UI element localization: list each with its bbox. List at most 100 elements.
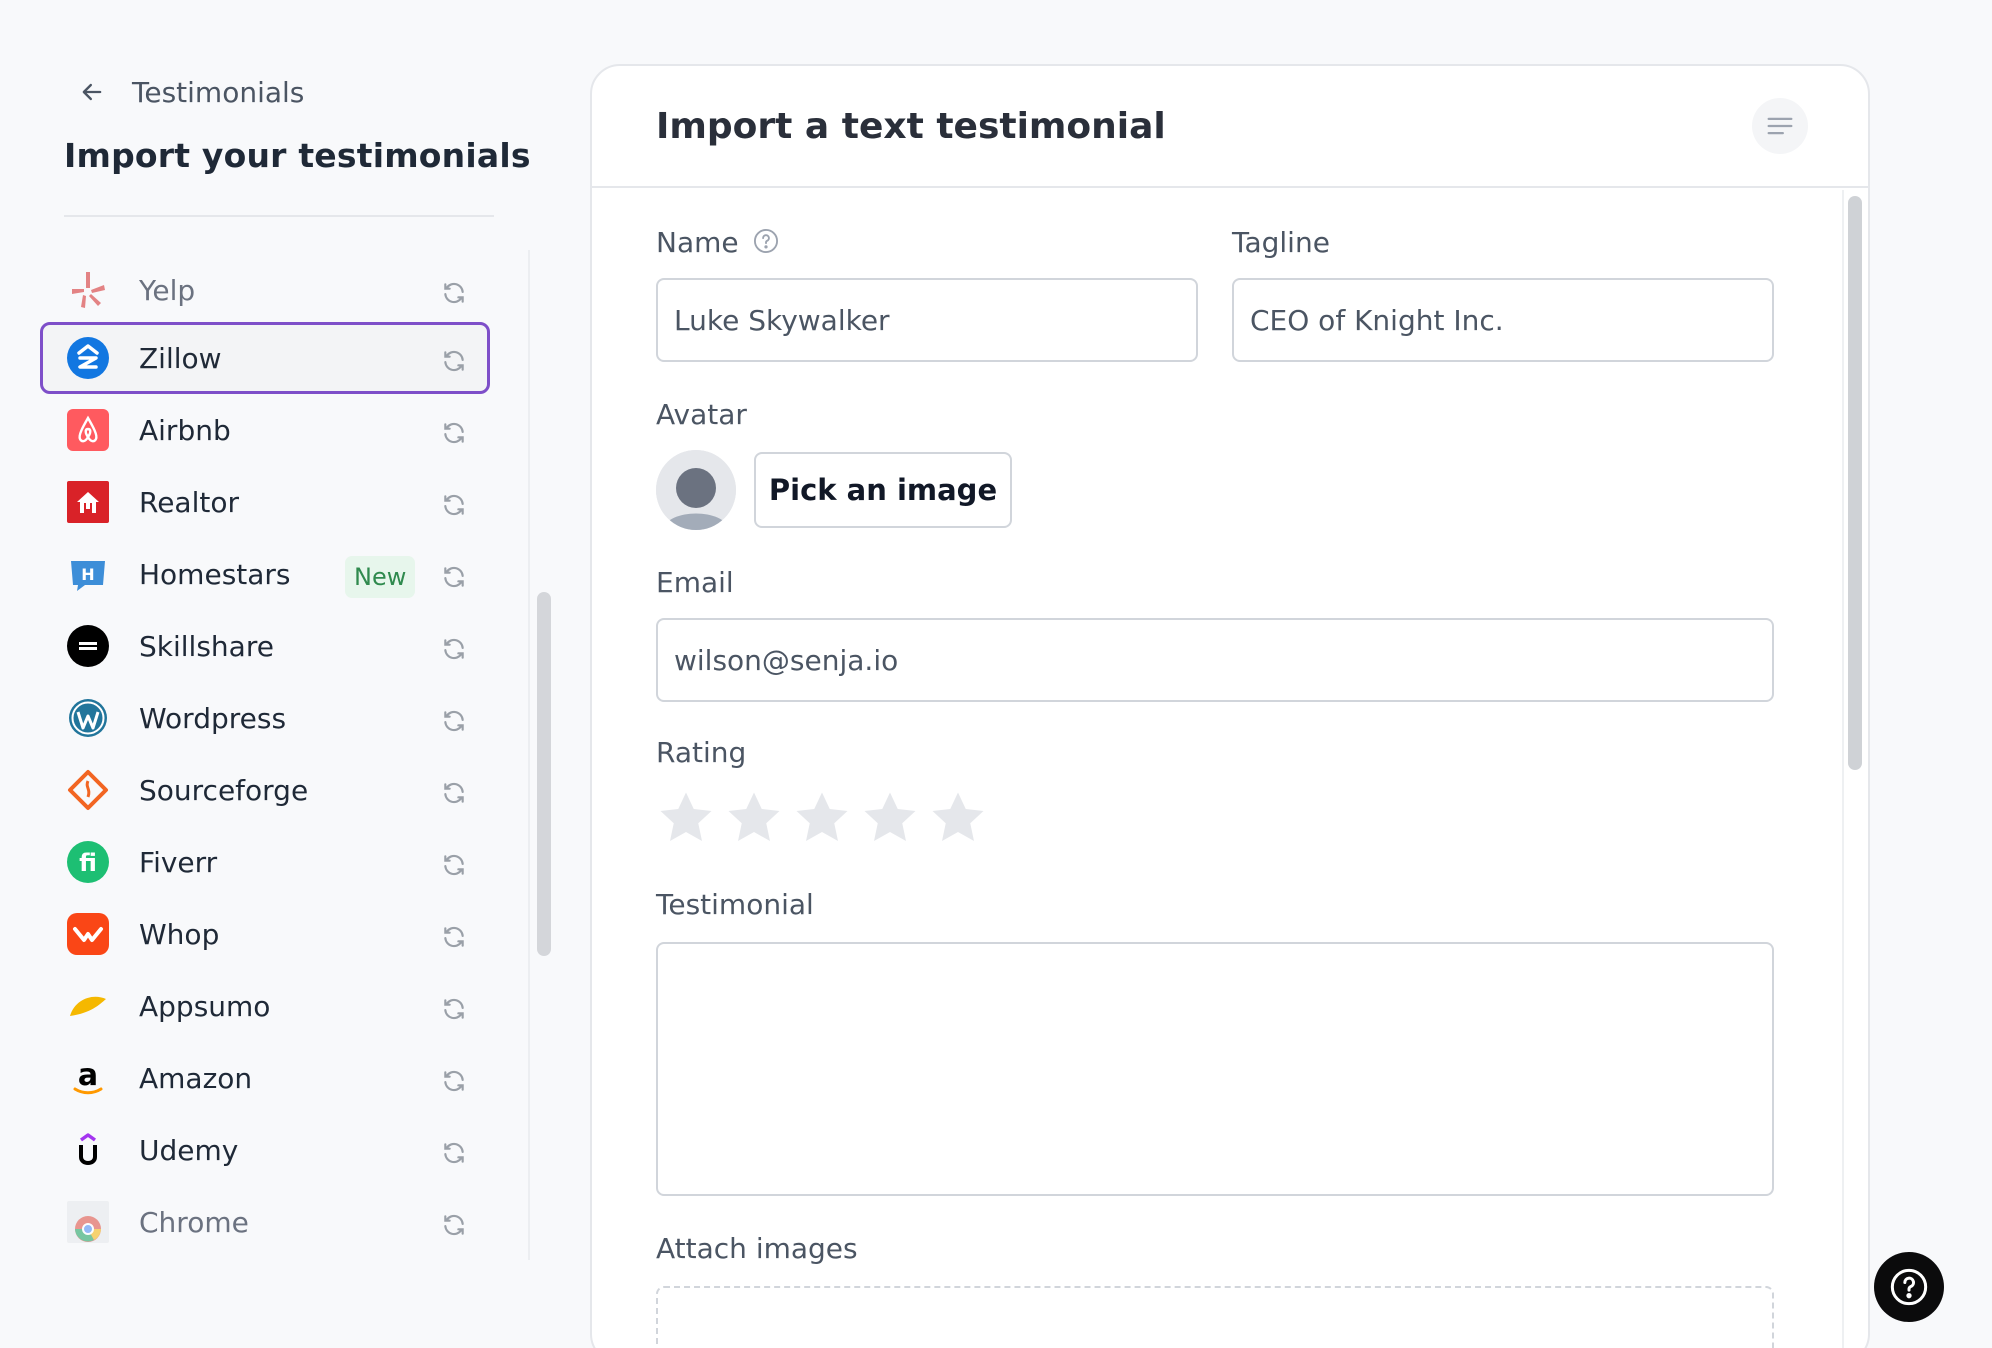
avatar xyxy=(656,450,736,530)
testimonial-textarea[interactable] xyxy=(656,942,1774,1196)
chrome-icon xyxy=(67,1201,109,1243)
star-icon[interactable] xyxy=(928,788,988,848)
name-field[interactable]: Luke Skywalker xyxy=(656,278,1198,362)
sidebar-scrollbar[interactable] xyxy=(537,592,551,956)
source-label: Amazon xyxy=(139,1061,253,1095)
sidebar-item-homestars[interactable]: H Homestars New xyxy=(40,538,490,610)
skillshare-icon xyxy=(67,625,109,667)
star-icon[interactable] xyxy=(656,788,716,848)
sync-icon[interactable] xyxy=(441,1212,467,1238)
appsumo-icon xyxy=(67,985,109,1027)
tagline-field[interactable]: CEO of Knight Inc. xyxy=(1232,278,1774,362)
sync-icon[interactable] xyxy=(441,1068,467,1094)
sidebar-item-udemy[interactable]: Udemy xyxy=(40,1114,490,1186)
star-icon[interactable] xyxy=(724,788,784,848)
page-title: Import a text testimonial xyxy=(656,106,1166,147)
sidebar-item-airbnb[interactable]: Airbnb xyxy=(40,394,490,466)
name-label: Name xyxy=(656,226,739,259)
email-field[interactable]: wilson@senja.io xyxy=(656,618,1774,702)
homestars-icon: H xyxy=(67,553,109,595)
source-label: Homestars xyxy=(139,557,291,591)
wordpress-icon xyxy=(67,697,109,739)
sync-icon[interactable] xyxy=(441,924,467,950)
sync-icon[interactable] xyxy=(441,708,467,734)
email-label: Email xyxy=(656,566,734,599)
card-header: Import a text testimonial xyxy=(592,66,1868,188)
sync-icon[interactable] xyxy=(441,280,467,306)
amazon-icon: a xyxy=(67,1057,109,1099)
sidebar-item-whop[interactable]: Whop xyxy=(40,898,490,970)
attach-images-label: Attach images xyxy=(656,1232,858,1265)
avatar-label: Avatar xyxy=(656,398,747,431)
sidebar-item-amazon[interactable]: a Amazon xyxy=(40,1042,490,1114)
sync-icon[interactable] xyxy=(441,348,467,374)
sidebar-item-zillow[interactable]: Zillow xyxy=(40,322,490,394)
back-link-label: Testimonials xyxy=(132,75,305,109)
sidebar: Testimonials Import your testimonials Ye… xyxy=(0,0,560,1348)
svg-text:a: a xyxy=(78,1058,98,1093)
sidebar-item-wordpress[interactable]: Wordpress xyxy=(40,682,490,754)
svg-text:H: H xyxy=(81,565,94,584)
sync-icon[interactable] xyxy=(441,780,467,806)
sidebar-item-chrome[interactable]: Chrome xyxy=(40,1186,490,1254)
question-circle-icon xyxy=(1890,1268,1928,1306)
sync-icon[interactable] xyxy=(441,852,467,878)
user-icon xyxy=(656,450,736,530)
card-scrollbar[interactable] xyxy=(1848,196,1862,770)
image-dropzone[interactable] xyxy=(656,1286,1774,1348)
tagline-label: Tagline xyxy=(1232,226,1330,259)
sidebar-item-appsumo[interactable]: Appsumo xyxy=(40,970,490,1042)
star-icon[interactable] xyxy=(792,788,852,848)
source-label: Udemy xyxy=(139,1133,239,1167)
source-label: Airbnb xyxy=(139,413,231,447)
sidebar-item-sourceforge[interactable]: Sourceforge xyxy=(40,754,490,826)
source-label: Realtor xyxy=(139,485,239,519)
import-form-card: Import a text testimonial Name Luke Skyw… xyxy=(590,64,1870,1348)
sync-icon[interactable] xyxy=(441,1140,467,1166)
source-list: Yelp Zillow Airbnb Realtor H Homestars N… xyxy=(40,254,490,1254)
udemy-icon xyxy=(67,1129,109,1171)
sync-icon[interactable] xyxy=(441,636,467,662)
source-label: Skillshare xyxy=(139,629,274,663)
star-rating xyxy=(656,788,988,848)
help-button[interactable] xyxy=(1874,1252,1944,1322)
question-circle-icon[interactable] xyxy=(752,227,780,255)
menu-icon xyxy=(1767,117,1793,135)
sidebar-item-skillshare[interactable]: Skillshare xyxy=(40,610,490,682)
source-label: Sourceforge xyxy=(139,773,309,807)
new-badge: New xyxy=(345,556,416,598)
rating-label: Rating xyxy=(656,736,747,769)
source-label: Chrome xyxy=(139,1205,249,1239)
pick-image-button[interactable]: Pick an image xyxy=(754,452,1012,528)
menu-button[interactable] xyxy=(1752,98,1808,154)
sidebar-title: Import your testimonials xyxy=(64,136,531,175)
source-label: Whop xyxy=(139,917,220,951)
source-label: Yelp xyxy=(139,273,196,307)
source-label: Appsumo xyxy=(139,989,271,1023)
fiverr-icon: fi xyxy=(67,841,109,883)
testimonial-label: Testimonial xyxy=(656,888,814,921)
source-label: Zillow xyxy=(139,341,222,375)
star-icon[interactable] xyxy=(860,788,920,848)
sidebar-scroll-track xyxy=(528,250,530,1260)
sync-icon[interactable] xyxy=(441,996,467,1022)
sync-icon[interactable] xyxy=(441,564,467,590)
svg-text:fi: fi xyxy=(79,849,97,877)
back-link[interactable]: Testimonials xyxy=(78,72,304,112)
sidebar-item-realtor[interactable]: Realtor xyxy=(40,466,490,538)
yelp-icon xyxy=(67,269,109,311)
realtor-icon xyxy=(67,481,109,523)
airbnb-icon xyxy=(67,409,109,451)
sidebar-item-fiverr[interactable]: fi Fiverr xyxy=(40,826,490,898)
whop-icon xyxy=(67,913,109,955)
card-scroll-track xyxy=(1842,190,1844,1348)
source-label: Fiverr xyxy=(139,845,218,879)
sync-icon[interactable] xyxy=(441,492,467,518)
sync-icon[interactable] xyxy=(441,420,467,446)
source-label: Wordpress xyxy=(139,701,287,735)
sidebar-item-yelp[interactable]: Yelp xyxy=(40,254,490,326)
divider xyxy=(64,215,494,217)
sourceforge-icon xyxy=(67,769,109,811)
arrow-left-icon xyxy=(82,83,102,101)
zillow-icon xyxy=(67,337,109,379)
